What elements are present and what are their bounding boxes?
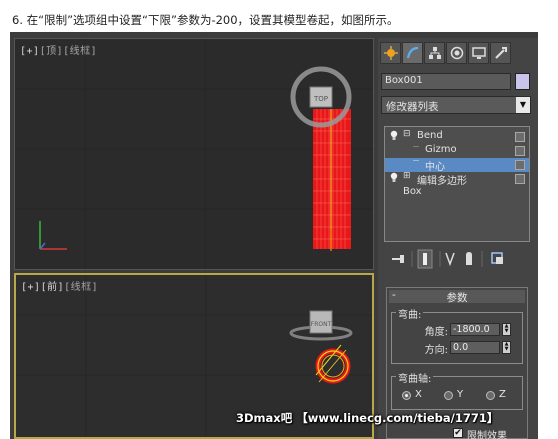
- axis-tripod-top: [39, 221, 67, 250]
- object-color-swatch[interactable]: [515, 73, 530, 90]
- limit-effect-label: 限制效果: [467, 431, 507, 439]
- make-unique-icon: [445, 252, 455, 267]
- bend-axis-label: 弯曲轴:: [396, 370, 434, 385]
- stack-item-edit-poly[interactable]: ⊞ 编辑多边形: [385, 171, 529, 187]
- stack-item-label: 中心: [425, 162, 445, 173]
- stack-item-gizmo[interactable]: ┄ Gizmo: [385, 142, 529, 158]
- modifier-list-dropdown[interactable]: 修改器列表 ▼: [381, 96, 531, 114]
- remove-modifier-icon: [466, 252, 472, 265]
- expand-icon[interactable]: ⊞: [403, 171, 411, 181]
- angle-input[interactable]: -1800.0: [450, 323, 500, 336]
- configure-modifier-sets-icon: [491, 252, 503, 264]
- axis-z-label: Z: [499, 389, 506, 400]
- modify-icon[interactable]: [402, 42, 423, 64]
- bend-group-label: 弯曲:: [396, 306, 424, 321]
- collapse-icon[interactable]: ⊟: [403, 129, 411, 139]
- display-icon[interactable]: [468, 42, 489, 64]
- modifier-stack[interactable]: ⊟ Bend ┄ Gizmo ┄ 中心 ⊞ 编辑多边形 Box: [384, 126, 530, 242]
- stack-toggle-box[interactable]: [515, 132, 525, 142]
- limit-effect-checkbox[interactable]: ✔: [453, 428, 463, 438]
- stack-item-box[interactable]: Box: [385, 186, 529, 200]
- stack-toggle-box[interactable]: [515, 146, 525, 156]
- viewport-top[interactable]: [+][顶][线框] TOP: [14, 38, 374, 270]
- bend-axis-group: 弯曲轴: X Y Z: [391, 370, 523, 410]
- rolled-mesh-front: [315, 344, 351, 384]
- stack-item-label: Bend: [417, 130, 443, 141]
- lightbulb-icon[interactable]: [389, 130, 399, 145]
- command-panel: Box001 修改器列表 ▼ ⊟ Bend ┄ Gizmo ┄ 中心 ⊞ 编辑多…: [378, 38, 538, 439]
- svg-text:TOP: TOP: [313, 95, 328, 103]
- viewport-top-canvas: TOP: [15, 39, 373, 269]
- direction-input[interactable]: 0.0: [450, 341, 500, 354]
- stack-buttons: [386, 249, 531, 269]
- axis-x-label: X: [415, 389, 422, 400]
- command-panel-tabs: [380, 42, 534, 66]
- stack-toggle-box[interactable]: [515, 160, 525, 170]
- tree-line: ┄: [413, 156, 420, 167]
- create-icon[interactable]: [380, 42, 401, 64]
- stack-item-label: Gizmo: [425, 144, 457, 155]
- direction-spinner-icon[interactable]: ▲ ▼: [502, 341, 511, 354]
- direction-label: 方向:: [424, 345, 448, 356]
- rollout-header[interactable]: - 参数: [389, 289, 525, 304]
- tree-line: ┄: [413, 142, 420, 153]
- instruction-caption: 6. 在“限制”选项组中设置“下限”参数为-200，设置其模型卷起，如图所示。: [12, 13, 399, 27]
- stack-item-bend[interactable]: ⊟ Bend: [385, 129, 529, 145]
- bend-group: 弯曲: 角度: -1800.0 ▲ ▼ 方向: 0.0 ▲ ▼: [391, 306, 523, 364]
- chevron-down-icon[interactable]: ▼: [516, 97, 530, 113]
- stack-item-label: Box: [403, 186, 422, 197]
- axis-y-radio[interactable]: [444, 391, 453, 400]
- box-mesh-top: [313, 109, 351, 251]
- angle-label: 角度:: [424, 327, 448, 338]
- utilities-icon[interactable]: [490, 42, 511, 64]
- pin-stack-icon: [392, 255, 404, 263]
- stack-toggle-box[interactable]: [515, 174, 525, 184]
- axis-z-radio[interactable]: [486, 391, 495, 400]
- object-name-field[interactable]: Box001: [381, 73, 511, 90]
- lightbulb-icon[interactable]: [389, 172, 399, 187]
- watermark: 3Dmax吧 【www.linecg.com/tieba/1771】: [236, 411, 499, 425]
- hierarchy-icon[interactable]: [424, 42, 445, 64]
- stack-item-center[interactable]: ┄ 中心: [385, 156, 529, 173]
- svg-text:FRONT: FRONT: [311, 321, 332, 328]
- rollout-title: 参数: [446, 292, 468, 304]
- stack-item-label: 编辑多边形: [417, 176, 467, 187]
- axis-x-radio[interactable]: [402, 391, 411, 400]
- max-screenshot: [+][顶][线框] TOP [+][前][线框] FRONT Box001 修…: [10, 32, 538, 439]
- motion-icon[interactable]: [446, 42, 467, 64]
- axis-y-label: Y: [457, 389, 464, 400]
- modifier-list-label: 修改器列表: [386, 101, 439, 113]
- angle-spinner-icon[interactable]: ▲ ▼: [502, 323, 511, 336]
- show-end-result-icon: [417, 249, 433, 269]
